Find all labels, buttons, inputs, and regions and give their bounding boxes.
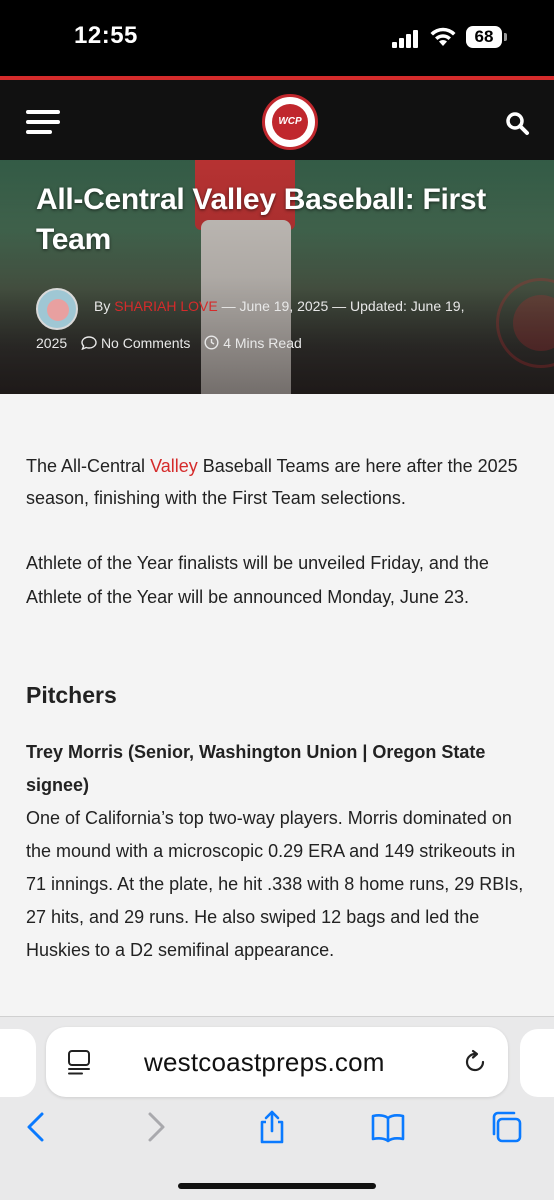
article-meta-row: 2025 No Comments 4 Mins Read — [36, 335, 312, 351]
article-body: The All-Central Valley Baseball Teams ar… — [0, 394, 554, 1024]
status-bar: 12:55 68 — [0, 0, 554, 76]
valley-link[interactable]: Valley — [150, 456, 198, 476]
forward-icon[interactable] — [138, 1109, 174, 1145]
comment-icon — [81, 336, 97, 351]
site-logo[interactable]: WCP — [262, 94, 318, 150]
tabs-icon[interactable] — [488, 1109, 524, 1145]
byline-prefix: By — [94, 298, 111, 314]
updated-date: June 19, — [410, 298, 465, 314]
bookmarks-icon[interactable] — [370, 1109, 406, 1145]
reload-icon[interactable] — [462, 1049, 488, 1075]
home-indicator — [178, 1183, 376, 1189]
address-bar[interactable]: westcoastpreps.com — [46, 1027, 508, 1097]
url-text[interactable]: westcoastpreps.com — [144, 1047, 385, 1078]
player-description: One of California’s top two-way players.… — [26, 808, 524, 960]
comments-count: No Comments — [100, 335, 191, 351]
site-header: WCP — [0, 80, 554, 160]
back-icon[interactable] — [18, 1109, 54, 1145]
menu-icon[interactable] — [26, 110, 60, 134]
section-heading-pitchers: Pitchers — [26, 682, 117, 708]
author-avatar[interactable] — [36, 288, 78, 330]
author-link[interactable]: SHARIAH LOVE — [114, 298, 217, 314]
hero-banner: All-Central Valley Baseball: First Team … — [0, 160, 554, 394]
announcement-paragraph: Athlete of the Year finalists will be un… — [26, 553, 489, 607]
next-tab-preview[interactable] — [520, 1029, 554, 1097]
clock-icon — [204, 335, 219, 350]
comments-link[interactable]: No Comments — [81, 335, 190, 351]
wifi-icon — [430, 27, 456, 46]
read-time: 4 Mins Read — [204, 335, 302, 351]
battery-tip — [504, 33, 507, 41]
article-byline: By SHARIAH LOVE — June 19, 2025 — Update… — [94, 298, 464, 314]
meta-separator: — — [332, 298, 351, 314]
player-entry: Trey Morris (Senior, Washington Union | … — [26, 736, 526, 967]
publish-date: June 19, 2025 — [239, 298, 329, 314]
updated-label: Updated: — [350, 298, 407, 314]
browser-bottom-bar: westcoastpreps.com — [0, 1016, 554, 1200]
player-name-heading: Trey Morris (Senior, Washington Union | … — [26, 742, 486, 795]
read-time-label: 4 Mins Read — [223, 335, 302, 351]
article-title: All-Central Valley Baseball: First Team — [36, 183, 486, 256]
status-time: 12:55 — [74, 22, 138, 49]
share-icon[interactable] — [254, 1109, 290, 1145]
reader-icon[interactable] — [66, 1049, 92, 1075]
search-icon[interactable] — [504, 110, 530, 136]
intro-paragraph: The All-Central Valley Baseball Teams ar… — [26, 456, 518, 508]
previous-tab-preview[interactable] — [0, 1029, 36, 1097]
battery-indicator: 68 — [466, 26, 502, 48]
updated-year: 2025 — [36, 335, 68, 351]
meta-separator: — — [221, 298, 240, 314]
cellular-signal-icon — [392, 30, 420, 48]
logo-mark: WCP — [272, 104, 308, 140]
